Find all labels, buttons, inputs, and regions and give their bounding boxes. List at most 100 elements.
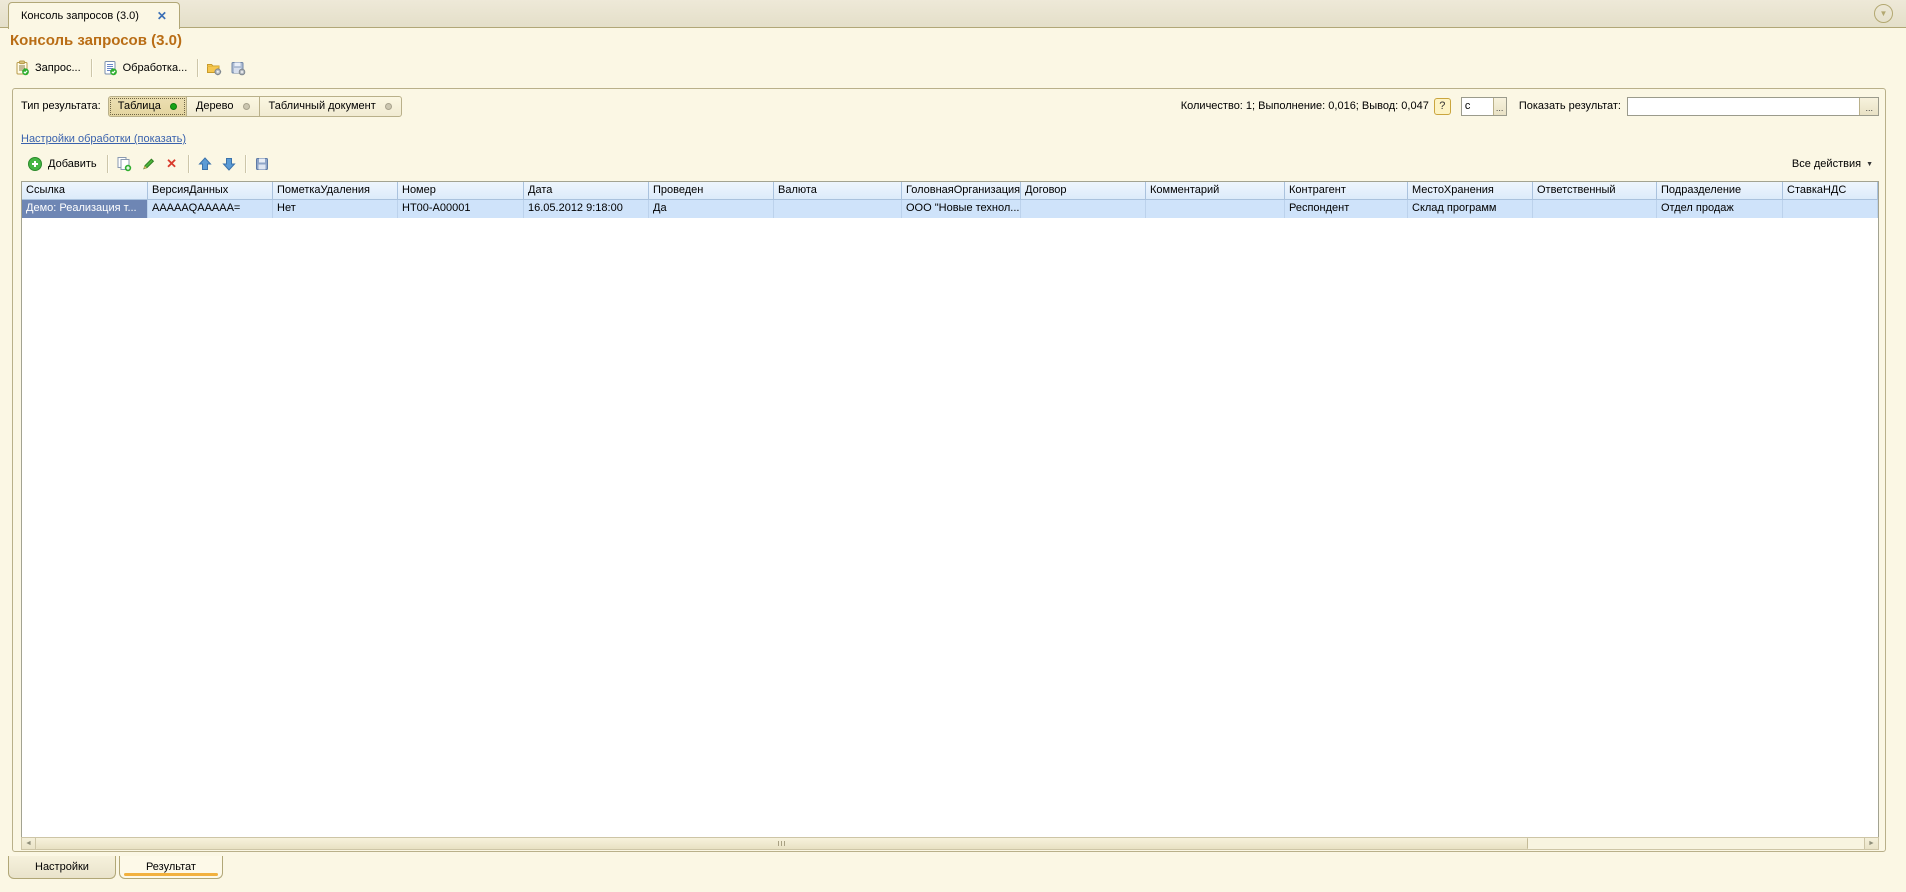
table-cell[interactable] — [1783, 200, 1878, 218]
table-cell[interactable]: Демо: Реализация т... — [22, 200, 148, 218]
processing-button-label: Обработка... — [122, 62, 188, 74]
from-choose-button[interactable]: ... — [1492, 97, 1506, 115]
result-type-tree[interactable]: Дерево — [185, 95, 260, 117]
show-result-input[interactable] — [1628, 97, 1860, 115]
column-header-10[interactable]: Комментарий — [1146, 182, 1285, 199]
toolbar-separator — [197, 59, 199, 77]
from-input[interactable] — [1461, 97, 1493, 115]
table-cell[interactable]: 16.05.2012 9:18:00 — [524, 200, 649, 218]
tab-settings[interactable]: Настройки — [8, 856, 116, 879]
window-tab-bar: Консоль запросов (3.0) ✕ ▼ — [0, 0, 1906, 29]
scrollbar-track[interactable] — [1528, 838, 1864, 849]
save-gear-icon — [231, 62, 246, 76]
close-icon[interactable]: ✕ — [157, 9, 167, 23]
result-table: Ссылка ВерсияДанных ПометкаУдаления Номер Да… — [21, 181, 1879, 838]
chevron-down-icon: ▼ — [1879, 9, 1888, 18]
execution-cluster: Количество: 1; Выполнение: 0,016; Вывод:… — [1181, 96, 1879, 116]
scroll-right-icon[interactable]: ► — [1864, 838, 1878, 849]
tab-result[interactable]: Результат — [118, 856, 223, 879]
table-row[interactable]: Демо: Реализация т... AAAAAQAAAAA= Нет НТ00… — [22, 200, 1878, 218]
folder-gear-icon — [207, 64, 222, 76]
document-tab[interactable]: Консоль запросов (3.0) ✕ — [8, 2, 180, 29]
table-cell[interactable] — [774, 200, 902, 218]
table-cell[interactable]: Склад программ — [1408, 200, 1533, 218]
table-cell[interactable]: Отдел продаж — [1657, 200, 1783, 218]
add-button-label: Добавить — [48, 158, 97, 170]
table-cell[interactable]: НТ00-А00001 — [398, 200, 524, 218]
toolbar-separator — [244, 155, 246, 173]
column-header-2[interactable]: ВерсияДанных — [148, 182, 273, 199]
all-actions-label: Все действия — [1791, 158, 1862, 170]
column-header-13[interactable]: Ответственный — [1533, 182, 1657, 199]
table-cell[interactable]: Нет — [273, 200, 398, 218]
scroll-left-icon[interactable]: ◄ — [22, 838, 36, 849]
column-header-3[interactable]: ПометкаУдаления — [273, 182, 398, 199]
bottom-tab-bar: Настройки Результат — [8, 856, 223, 879]
toolbar-separator — [187, 155, 189, 173]
move-up-button[interactable] — [193, 153, 217, 175]
collapse-panel-button[interactable]: ▼ — [1874, 4, 1893, 23]
help-button[interactable]: ? — [1433, 97, 1451, 115]
result-type-tree-label: Дерево — [195, 100, 234, 112]
column-header-11[interactable]: Контрагент — [1285, 182, 1408, 199]
column-header-6[interactable]: Проведен — [649, 182, 774, 199]
query-icon — [16, 60, 29, 76]
arrow-down-icon — [221, 158, 236, 171]
processing-icon — [104, 61, 117, 76]
table-header-row: Ссылка ВерсияДанных ПометкаУдаления Номер Да… — [22, 182, 1878, 200]
table-cell[interactable]: Респондент — [1285, 200, 1408, 218]
help-icon: ? — [1439, 100, 1446, 112]
table-cell[interactable]: ООО "Новые технол... — [902, 200, 1021, 218]
column-header-12[interactable]: МестоХранения — [1408, 182, 1533, 199]
scrollbar-thumb[interactable] — [36, 838, 1528, 849]
table-cell[interactable]: Да — [649, 200, 774, 218]
delete-button[interactable]: ✕ — [160, 153, 184, 175]
all-actions-button[interactable]: Все действия ▼ — [1788, 156, 1877, 172]
query-button-label: Запрос... — [35, 62, 81, 74]
column-header-7[interactable]: Валюта — [774, 182, 902, 199]
pencil-icon — [142, 158, 154, 170]
result-type-spreadsheet-label: Табличный документ — [268, 100, 376, 112]
table-cell[interactable] — [1021, 200, 1146, 218]
save-settings-button[interactable] — [226, 57, 250, 79]
add-button[interactable]: Добавить — [21, 154, 103, 174]
column-header-1[interactable]: Ссылка — [22, 182, 148, 199]
result-type-table[interactable]: Таблица — [107, 95, 187, 117]
copy-button[interactable] — [112, 153, 136, 175]
column-header-5[interactable]: Дата — [524, 182, 649, 199]
grid-toolbar: Добавить ✕ Все действия ▼ — [21, 151, 1877, 177]
selected-dot-icon — [169, 102, 177, 110]
delete-icon: ✕ — [166, 156, 178, 171]
floppy-icon — [255, 158, 268, 170]
column-header-4[interactable]: Номер — [398, 182, 524, 199]
result-type-spreadsheet[interactable]: Табличный документ — [258, 95, 402, 117]
table-cell[interactable] — [1146, 200, 1285, 218]
toolbar-separator — [106, 155, 108, 173]
ellipsis-icon: ... — [1865, 102, 1873, 113]
query-button[interactable]: Запрос... — [8, 58, 87, 78]
column-header-9[interactable]: Договор — [1021, 182, 1146, 199]
load-settings-button[interactable] — [202, 57, 226, 79]
save-result-button[interactable] — [250, 153, 274, 175]
dropdown-caret-icon: ▼ — [1866, 160, 1873, 168]
unselected-dot-icon — [384, 102, 392, 110]
main-toolbar: Запрос... Обработка... — [8, 56, 250, 80]
tab-settings-label: Настройки — [35, 861, 89, 873]
horizontal-scrollbar[interactable]: ◄ ► — [21, 837, 1879, 850]
show-result-choose-button[interactable]: ... — [1859, 97, 1878, 115]
column-header-8[interactable]: ГоловнаяОрганизация — [902, 182, 1021, 199]
table-cell[interactable]: AAAAAQAAAAA= — [148, 200, 273, 218]
processing-settings-link[interactable]: Настройки обработки (показать) — [21, 133, 186, 145]
result-type-label: Тип результата: — [21, 100, 101, 112]
table-cell[interactable] — [1533, 200, 1657, 218]
page-title: Консоль запросов (3.0) — [10, 32, 182, 49]
column-header-14[interactable]: Подразделение — [1657, 182, 1783, 199]
document-tab-label: Консоль запросов (3.0) — [21, 10, 139, 22]
move-down-button[interactable] — [217, 153, 241, 175]
edit-button[interactable] — [136, 153, 160, 175]
column-header-15[interactable]: СтавкаНДС — [1783, 182, 1878, 199]
show-result-field: ... — [1627, 96, 1879, 116]
processing-button[interactable]: Обработка... — [96, 58, 194, 78]
from-field: ... — [1460, 96, 1507, 116]
tab-result-label: Результат — [145, 861, 196, 873]
